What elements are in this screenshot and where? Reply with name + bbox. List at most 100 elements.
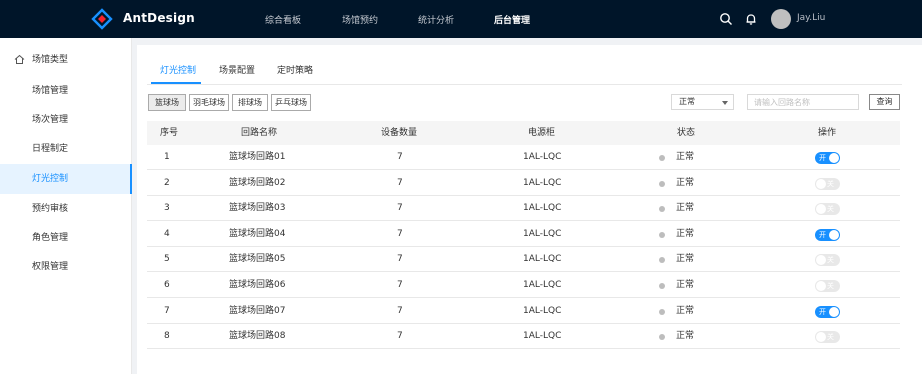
table-row: 8 篮球场回路08 7 1AL-LQC 正常 关 xyxy=(147,324,900,350)
search-icon[interactable] xyxy=(719,12,733,26)
query-button[interactable]: 查询 xyxy=(869,94,900,110)
switch-knob xyxy=(829,306,839,317)
circuit-name-search-input[interactable] xyxy=(747,94,859,110)
row-circuit-name: 篮球场回路04 xyxy=(229,228,286,239)
row-status: 正常 xyxy=(676,280,695,290)
row-device-count: 7 xyxy=(397,177,403,188)
username[interactable]: Jay.Liu xyxy=(797,13,825,23)
brand-name[interactable]: AntDesign xyxy=(123,11,195,25)
sidebar-item-venue-type[interactable]: 场馆类型 xyxy=(0,45,132,75)
nav-dashboard[interactable]: 综合看板 xyxy=(265,13,301,26)
row-status: 正常 xyxy=(676,177,695,188)
header-circuit-name: 回路名称 xyxy=(241,128,278,138)
row-index: 2 xyxy=(164,177,170,188)
switch-knob xyxy=(816,255,826,266)
filter-badminton[interactable]: 羽毛球场 xyxy=(189,94,229,111)
switch-label: 关 xyxy=(827,179,834,188)
sidebar-item-role-management[interactable]: 角色管理 xyxy=(0,223,132,253)
sidebar-item-session-management[interactable]: 场次管理 xyxy=(0,105,132,135)
light-toggle-switch[interactable]: 关 xyxy=(815,254,840,267)
status-dot-icon xyxy=(659,334,665,341)
antdesign-logo-icon[interactable] xyxy=(90,8,114,30)
row-index: 8 xyxy=(164,331,170,342)
light-toggle-switch[interactable]: 关 xyxy=(815,203,840,216)
row-index: 4 xyxy=(164,228,170,239)
status-dot-icon xyxy=(659,308,665,315)
switch-label: 开 xyxy=(819,230,826,239)
sidebar-item-schedule[interactable]: 日程制定 xyxy=(0,134,132,164)
row-status: 正常 xyxy=(676,254,695,265)
sidebar-item-label: 场馆类型 xyxy=(32,55,69,65)
row-device-count: 7 xyxy=(397,203,403,214)
status-select[interactable]: 正常 xyxy=(671,94,734,110)
switch-label: 关 xyxy=(827,205,834,214)
row-index: 7 xyxy=(164,305,170,316)
caret-down-icon xyxy=(722,101,728,105)
row-index: 6 xyxy=(164,280,170,290)
tab-timer-strategy[interactable]: 定时策略 xyxy=(277,63,313,76)
sidebar-item-label: 场次管理 xyxy=(32,115,69,125)
row-status: 正常 xyxy=(676,152,695,162)
sidebar-item-label: 日程制定 xyxy=(32,144,69,154)
header-index: 序号 xyxy=(160,128,179,138)
nav-venue-booking[interactable]: 场馆预约 xyxy=(342,13,378,26)
sidebar-item-booking-review[interactable]: 预约审核 xyxy=(0,194,132,224)
header-device-count: 设备数量 xyxy=(381,128,418,138)
light-toggle-switch[interactable]: 关 xyxy=(815,177,840,190)
light-toggle-switch[interactable]: 关 xyxy=(815,331,840,344)
row-device-count: 7 xyxy=(397,305,403,316)
row-device-count: 7 xyxy=(397,152,403,162)
switch-knob xyxy=(816,281,826,291)
switch-knob xyxy=(816,204,826,215)
row-status: 正常 xyxy=(676,228,695,239)
row-circuit-name: 篮球场回路05 xyxy=(229,254,286,265)
avatar[interactable] xyxy=(771,9,791,29)
tab-lighting-control[interactable]: 灯光控制 xyxy=(160,63,196,76)
status-dot-icon xyxy=(659,155,665,161)
status-select-value: 正常 xyxy=(679,97,695,106)
tab-scene-config[interactable]: 场景配置 xyxy=(219,63,255,76)
row-circuit-name: 篮球场回路08 xyxy=(229,331,286,342)
sidebar-item-lighting-control[interactable]: 灯光控制 xyxy=(0,164,132,194)
row-circuit-name: 篮球场回路01 xyxy=(229,152,286,162)
row-power-cabinet: 1AL-LQC xyxy=(523,331,562,342)
row-index: 3 xyxy=(164,203,170,214)
filter-pingpong[interactable]: 乒乓球场 xyxy=(271,94,311,111)
switch-label: 关 xyxy=(827,333,834,342)
switch-label: 关 xyxy=(827,256,834,265)
table-header: 序号 回路名称 设备数量 电源柜 状态 操作 xyxy=(147,121,900,145)
status-dot-icon xyxy=(659,180,665,187)
row-power-cabinet: 1AL-LQC xyxy=(523,305,562,316)
table-row: 4 篮球场回路04 7 1AL-LQC 正常 开 xyxy=(147,222,900,247)
status-dot-icon xyxy=(659,206,665,213)
row-device-count: 7 xyxy=(397,331,403,342)
nav-statistics[interactable]: 统计分析 xyxy=(418,13,454,26)
row-status: 正常 xyxy=(676,331,695,342)
filter-volleyball[interactable]: 排球场 xyxy=(232,94,268,111)
status-dot-icon xyxy=(659,283,665,289)
main-content: 灯光控制 场景配置 定时策略 篮球场 羽毛球场 排球场 乒乓球场 正常 查询 序… xyxy=(137,45,922,374)
light-toggle-switch[interactable]: 开 xyxy=(815,152,840,164)
filter-basketball[interactable]: 篮球场 xyxy=(148,94,186,111)
light-toggle-switch[interactable]: 关 xyxy=(815,280,840,292)
table-row: 5 篮球场回路05 7 1AL-LQC 正常 关 xyxy=(147,247,900,273)
tab-divider xyxy=(147,84,902,85)
header-power-cabinet: 电源柜 xyxy=(528,128,556,138)
row-device-count: 7 xyxy=(397,280,403,290)
bell-icon[interactable] xyxy=(744,12,758,26)
light-toggle-switch[interactable]: 开 xyxy=(815,305,840,318)
row-status: 正常 xyxy=(676,203,695,214)
sidebar-item-venue-management[interactable]: 场馆管理 xyxy=(0,76,132,106)
row-circuit-name: 篮球场回路02 xyxy=(229,177,286,188)
nav-admin[interactable]: 后台管理 xyxy=(494,13,530,26)
table-row: 3 篮球场回路03 7 1AL-LQC 正常 关 xyxy=(147,196,900,222)
row-status: 正常 xyxy=(676,305,695,316)
table-row: 6 篮球场回路06 7 1AL-LQC 正常 关 xyxy=(147,273,900,298)
table-row: 1 篮球场回路01 7 1AL-LQC 正常 开 xyxy=(147,145,900,170)
header-status: 状态 xyxy=(677,128,696,138)
light-toggle-switch[interactable]: 开 xyxy=(815,228,840,241)
row-circuit-name: 篮球场回路07 xyxy=(229,305,286,316)
status-dot-icon xyxy=(659,231,665,238)
sidebar-item-permission-management[interactable]: 权限管理 xyxy=(0,252,132,282)
row-circuit-name: 篮球场回路03 xyxy=(229,203,286,214)
